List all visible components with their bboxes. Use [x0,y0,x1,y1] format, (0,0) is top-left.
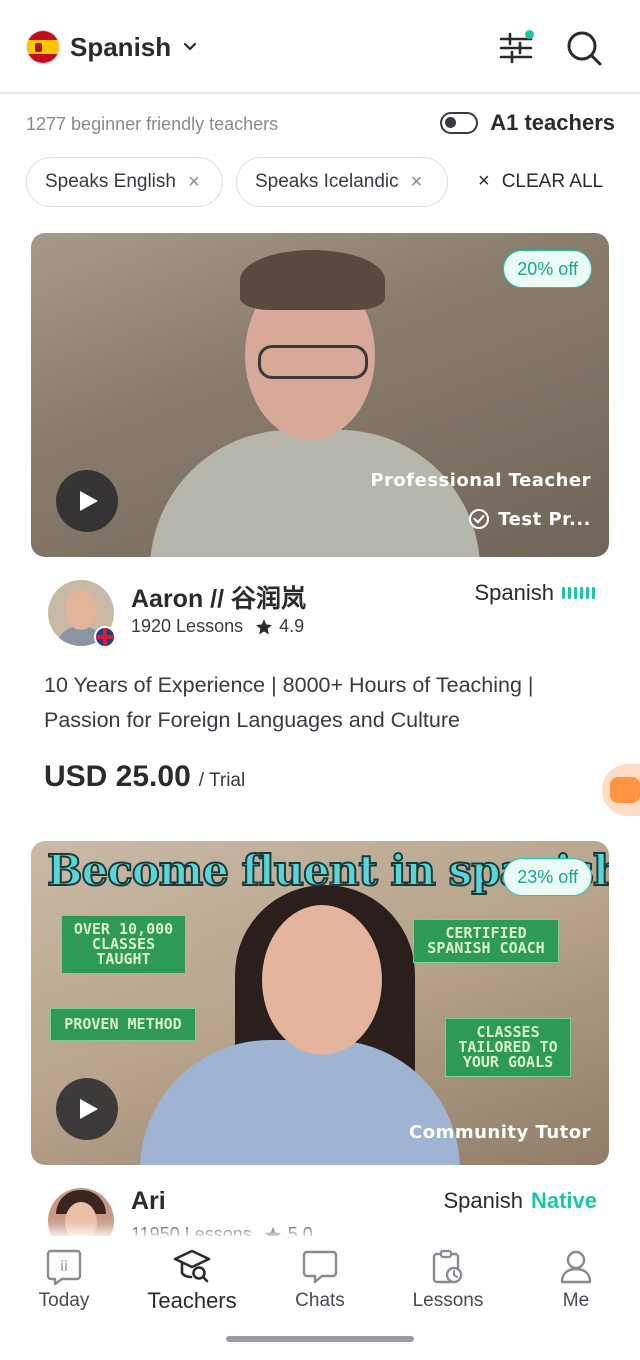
clear-all-button[interactable]: × CLEAR ALL [478,170,603,193]
top-bar: Spanish [0,0,640,94]
verified-check-icon [469,509,490,529]
video-thumbnail-glasses [258,345,368,379]
teacher-count: 1277 beginner friendly teachers [26,114,279,134]
clear-all-label: CLEAR ALL [501,170,604,192]
discount-badge: 20% off [503,250,592,288]
chip-label: Speaks Icelandic [255,171,399,192]
language-name: Spanish [70,31,172,62]
nav-chats[interactable]: Chats [256,1248,384,1312]
nav-me[interactable]: Me [512,1248,640,1312]
video-thumbnail-hair [240,250,385,310]
teachers-icon [173,1249,211,1283]
level-bars-icon [562,587,598,599]
nav-label: Chats [295,1290,345,1311]
svg-text:ii: ii [60,1259,68,1275]
certificate-text: Test Pr... [498,508,591,530]
video-sticker: OVER 10,000 CLASSES TAUGHT [61,915,186,974]
a1-teachers-toggle[interactable]: A1 teachers [440,110,615,136]
star-icon [256,618,273,634]
teacher-name[interactable]: Aaron // 谷润岚 [131,579,306,615]
notification-dot [525,30,534,39]
toggle-switch[interactable] [440,112,479,134]
filter-button[interactable] [496,28,536,68]
home-indicator[interactable] [226,1336,414,1342]
nav-teachers[interactable]: Teachers [128,1248,256,1314]
video-sticker: CERTIFIED SPANISH COACH [413,919,559,963]
video-thumbnail-face [262,905,382,1055]
a1-teachers-label: A1 teachers [490,110,615,135]
play-button[interactable] [56,470,118,532]
close-icon: × [478,170,490,192]
language-label: Spanish [474,580,554,605]
price-unit: / Trial [198,770,246,791]
filter-chip-speaks-icelandic[interactable]: Speaks Icelandic × [236,157,448,207]
search-button[interactable] [564,28,604,68]
close-icon[interactable]: × [411,171,423,194]
rating: 4.9 [279,616,305,636]
teacher-type-label: Community Tutor [409,1122,591,1143]
filter-chip-speaks-english[interactable]: Speaks English × [26,157,223,207]
profile-icon [560,1250,592,1284]
video-thumbnail-body [150,430,480,557]
teaching-language: Spanish [474,580,598,606]
uk-flag-icon [94,626,116,648]
video-camera-icon [610,777,640,803]
price-value: USD 25.00 [44,760,191,793]
nav-lessons[interactable]: Lessons [384,1248,512,1312]
play-icon [80,1099,98,1119]
teacher-headline: 10 Years of Experience | 8000+ Hours of … [44,673,534,732]
nav-today[interactable]: ii Today [0,1248,128,1312]
nav-label: Me [562,1290,590,1311]
language-selector[interactable]: Spanish [26,30,197,64]
spain-flag-icon [26,30,60,64]
chevron-down-icon [184,42,197,51]
nav-label: Teachers [147,1288,237,1313]
today-icon: ii [46,1249,82,1286]
discount-badge: 23% off [503,858,592,896]
native-badge: Native [530,1188,597,1213]
lessons-icon [432,1249,463,1284]
teacher-video-aaron[interactable]: 20% off Professional Teacher Test Pr... [31,233,609,557]
teacher-stats: 1920 Lessons 4.9 [131,616,304,637]
video-call-float-button[interactable] [602,764,640,816]
teaching-language: Spanish Native [443,1188,597,1214]
language-label: Spanish [443,1188,523,1213]
trial-price: USD 25.00 / Trial [44,760,245,794]
teacher-type-label: Professional Teacher [370,470,591,491]
close-icon[interactable]: × [188,171,200,194]
video-sticker: PROVEN METHOD [50,1008,196,1041]
chat-icon [302,1250,338,1284]
lesson-count: 1920 Lessons [131,616,244,636]
nav-label: Today [38,1290,90,1311]
search-icon [567,31,602,66]
chip-label: Speaks English [45,171,176,192]
play-button[interactable] [56,1078,118,1140]
nav-label: Lessons [412,1290,484,1311]
play-icon [80,491,98,511]
teacher-video-ari[interactable]: Become fluent in spanish OVER 10,000 CLA… [31,841,609,1165]
video-sticker: CLASSES TAILORED TO YOUR GOALS [445,1018,571,1077]
certificate-label: Test Pr... [468,508,591,530]
teacher-name[interactable]: Ari [131,1187,166,1216]
